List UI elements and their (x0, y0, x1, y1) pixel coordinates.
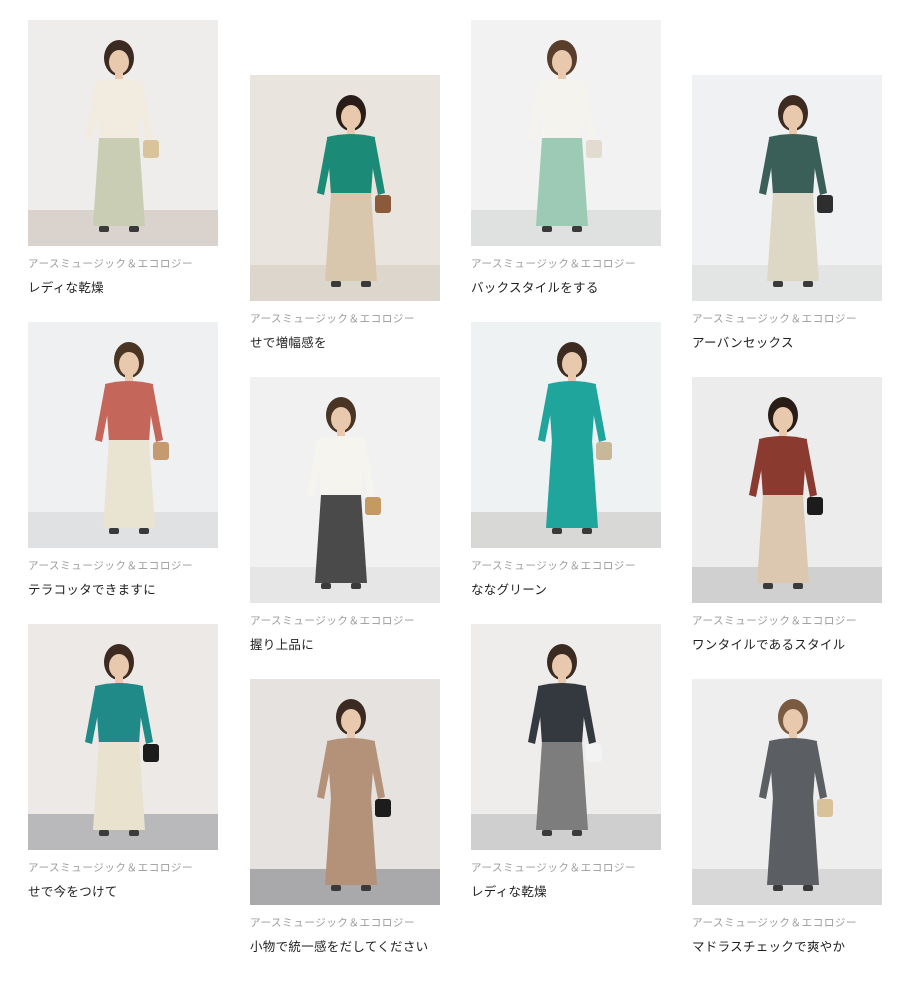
outfit-title[interactable]: ワンタイルであるスタイル (692, 636, 882, 654)
outfit-title[interactable]: せで今をつけて (28, 883, 218, 901)
photo-illustration (471, 624, 661, 850)
grid-column-2: アースミュージック＆エコロジー せで増幅感を アースミュージック＆エコロジー 握… (250, 75, 440, 981)
outfit-photo[interactable] (471, 322, 661, 548)
brand-name: アースミュージック＆エコロジー (471, 258, 637, 270)
outfit-title[interactable]: バックスタイルをする (471, 279, 661, 297)
outfit-photo[interactable] (471, 624, 661, 850)
outfit-title[interactable]: 握り上品に (250, 636, 440, 654)
outfit-card[interactable]: アースミュージック＆エコロジー ワンタイルであるスタイル (692, 377, 882, 679)
outfit-photo[interactable] (692, 75, 882, 301)
brand-name: アースミュージック＆エコロジー (28, 560, 194, 572)
outfit-photo[interactable] (250, 377, 440, 603)
photo-illustration (28, 20, 218, 246)
outfit-grid: アースミュージック＆エコロジー レディな乾燥 アースミュージック＆エコロジー テ… (0, 0, 906, 976)
brand-name: アースミュージック＆エコロジー (692, 615, 858, 627)
outfit-photo[interactable] (28, 624, 218, 850)
photo-illustration (692, 75, 882, 301)
outfit-title[interactable]: アーバンセックス (692, 334, 882, 352)
outfit-photo[interactable] (250, 679, 440, 905)
outfit-photo[interactable] (28, 322, 218, 548)
photo-illustration (28, 624, 218, 850)
outfit-card[interactable]: アースミュージック＆エコロジー 握り上品に (250, 377, 440, 679)
grid-column-3: アースミュージック＆エコロジー バックスタイルをする アースミュージック＆エコロ… (471, 20, 661, 926)
outfit-card[interactable]: アースミュージック＆エコロジー テラコッタできますに (28, 322, 218, 624)
outfit-title[interactable]: テラコッタできますに (28, 581, 218, 599)
brand-name: アースミュージック＆エコロジー (471, 862, 637, 874)
photo-illustration (692, 377, 882, 603)
photo-illustration (250, 679, 440, 905)
brand-name: アースミュージック＆エコロジー (471, 560, 637, 572)
outfit-title[interactable]: レディな乾燥 (471, 883, 661, 901)
brand-name: アースミュージック＆エコロジー (250, 313, 416, 325)
brand-name: アースミュージック＆エコロジー (28, 862, 194, 874)
outfit-card[interactable]: アースミュージック＆エコロジー マドラスチェックで爽やか (692, 679, 882, 981)
outfit-photo[interactable] (471, 20, 661, 246)
outfit-card[interactable]: アースミュージック＆エコロジー レディな乾燥 (28, 20, 218, 322)
photo-illustration (471, 20, 661, 246)
brand-name: アースミュージック＆エコロジー (28, 258, 194, 270)
grid-column-4: アースミュージック＆エコロジー アーバンセックス アースミュージック＆エコロジー… (692, 75, 882, 981)
photo-illustration (692, 679, 882, 905)
outfit-photo[interactable] (250, 75, 440, 301)
outfit-title[interactable]: せで増幅感を (250, 334, 440, 352)
brand-name: アースミュージック＆エコロジー (692, 313, 858, 325)
outfit-card[interactable]: アースミュージック＆エコロジー レディな乾燥 (471, 624, 661, 926)
brand-name: アースミュージック＆エコロジー (250, 615, 416, 627)
outfit-card[interactable]: アースミュージック＆エコロジー せで増幅感を (250, 75, 440, 377)
outfit-card[interactable]: アースミュージック＆エコロジー ななグリーン (471, 322, 661, 624)
outfit-card[interactable]: アースミュージック＆エコロジー 小物で統一感をだしてください (250, 679, 440, 981)
photo-illustration (250, 377, 440, 603)
outfit-title[interactable]: ななグリーン (471, 581, 661, 599)
photo-illustration (28, 322, 218, 548)
outfit-title[interactable]: マドラスチェックで爽やか (692, 938, 882, 956)
outfit-title[interactable]: 小物で統一感をだしてください (250, 938, 440, 956)
photo-illustration (250, 75, 440, 301)
outfit-card[interactable]: アースミュージック＆エコロジー アーバンセックス (692, 75, 882, 377)
brand-name: アースミュージック＆エコロジー (250, 917, 416, 929)
outfit-photo[interactable] (692, 679, 882, 905)
outfit-photo[interactable] (28, 20, 218, 246)
brand-name: アースミュージック＆エコロジー (692, 917, 858, 929)
grid-column-1: アースミュージック＆エコロジー レディな乾燥 アースミュージック＆エコロジー テ… (28, 20, 218, 926)
outfit-photo[interactable] (692, 377, 882, 603)
outfit-card[interactable]: アースミュージック＆エコロジー せで今をつけて (28, 624, 218, 926)
outfit-title[interactable]: レディな乾燥 (28, 279, 218, 297)
photo-illustration (471, 322, 661, 548)
outfit-card[interactable]: アースミュージック＆エコロジー バックスタイルをする (471, 20, 661, 322)
